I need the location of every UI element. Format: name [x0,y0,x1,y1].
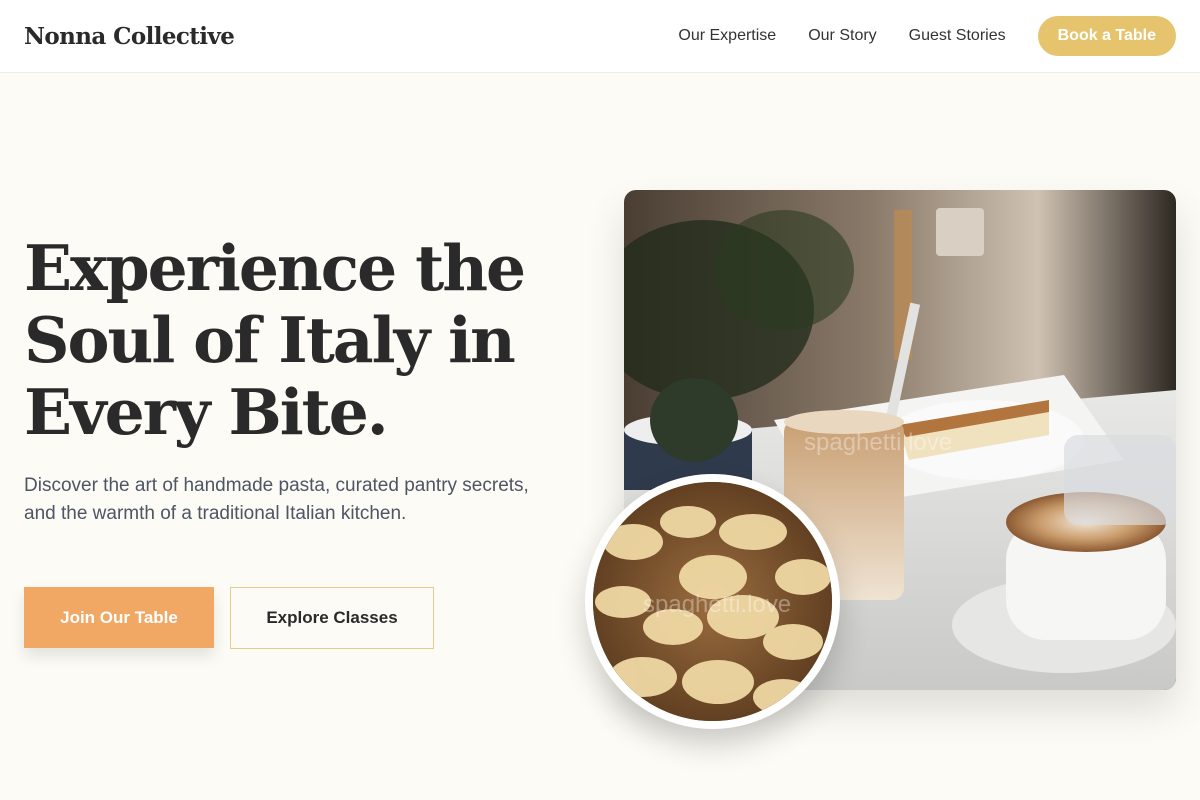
watermark-text: spaghetti.love [804,429,952,456]
hero-title-line: Experience the [24,231,526,305]
hero-title-line: Soul of Italy in [24,303,516,377]
main-nav: Our Expertise Our Story Guest Stories Bo… [646,16,1176,56]
hero-title-line: Every Bite. [24,375,389,449]
site-header: Nonna Collective Our Expertise Our Story… [0,0,1200,73]
watermark-text: spaghetti.love [643,591,791,618]
cashew-nuts-photo: spaghetti.love [585,474,840,729]
book-a-table-button[interactable]: Book a Table [1037,16,1176,56]
explore-classes-button[interactable]: Explore Classes [230,587,434,649]
hero-subtitle: Discover the art of handmade pasta, cura… [24,475,529,524]
nav-link-our-story[interactable]: Our Story [808,27,876,45]
join-our-table-button[interactable]: Join Our Table [24,587,214,648]
brand-logo[interactable]: Nonna Collective [24,23,235,50]
nav-link-our-expertise[interactable]: Our Expertise [678,27,776,45]
nav-link-guest-stories[interactable]: Guest Stories [909,27,1006,45]
hero-title: Experience the Soul of Italy in Every Bi… [24,232,564,448]
